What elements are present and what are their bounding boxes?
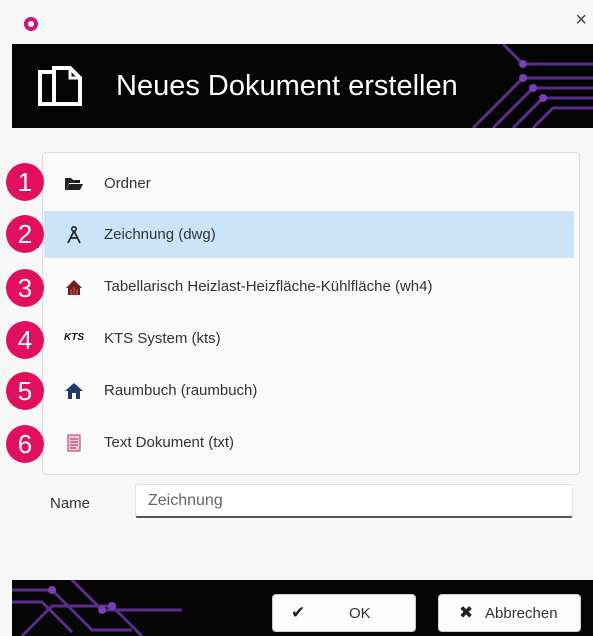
number-badge: 6 (6, 425, 44, 463)
list-item-kts-system[interactable]: KTS KTS System (kts) (44, 315, 574, 362)
number-badge: 4 (6, 321, 44, 359)
number-badge: 5 (6, 372, 44, 410)
title-bar: × (0, 0, 593, 44)
name-input[interactable] (135, 484, 573, 518)
list-item-folder[interactable]: Ordner (44, 160, 574, 207)
document-type-list: Ordner Zeichnung (dwg) Tabellarisch Heiz… (42, 152, 580, 475)
list-item-text-document[interactable]: Text Dokument (txt) (44, 419, 574, 466)
cancel-button[interactable]: ✖ Abbrechen (438, 594, 581, 632)
dialog-title: Neues Dokument erstellen (116, 70, 458, 102)
list-item-label: Zeichnung (dwg) (104, 226, 216, 243)
list-item-label: KTS System (kts) (104, 330, 221, 347)
circuit-decoration (471, 44, 593, 128)
list-item-drawing[interactable]: Zeichnung (dwg) (44, 211, 574, 258)
number-badge: 2 (6, 215, 44, 253)
list-item-label: Raumbuch (raumbuch) (104, 382, 258, 399)
close-button[interactable]: × (575, 10, 587, 30)
list-item-label: Ordner (104, 175, 151, 192)
kts-logo-icon: KTS (64, 332, 84, 343)
house-icon (65, 383, 83, 399)
circuit-decoration (12, 580, 182, 636)
app-logo-icon (24, 17, 38, 31)
new-document-icon (38, 66, 82, 106)
ok-button-label: OK (349, 605, 371, 622)
list-item-label: Tabellarisch Heizlast-Heizfläche-Kühlflä… (104, 278, 433, 295)
list-item-room-book[interactable]: Raumbuch (raumbuch) (44, 367, 574, 414)
heating-icon (66, 280, 82, 295)
checkmark-icon: ✔ (291, 603, 306, 622)
close-icon: ✖ (459, 603, 474, 622)
text-document-icon (67, 434, 81, 452)
list-item-heating-table[interactable]: Tabellarisch Heizlast-Heizfläche-Kühlflä… (44, 263, 574, 310)
header-banner: Neues Dokument erstellen (12, 44, 593, 128)
ok-button[interactable]: ✔ OK (272, 594, 416, 632)
name-label: Name (50, 495, 91, 512)
folder-icon (65, 178, 83, 190)
list-item-label: Text Dokument (txt) (104, 434, 235, 451)
number-badge: 3 (6, 269, 44, 307)
number-badge: 1 (6, 163, 44, 201)
cancel-button-label: Abbrechen (485, 605, 558, 622)
compass-icon (67, 226, 81, 244)
